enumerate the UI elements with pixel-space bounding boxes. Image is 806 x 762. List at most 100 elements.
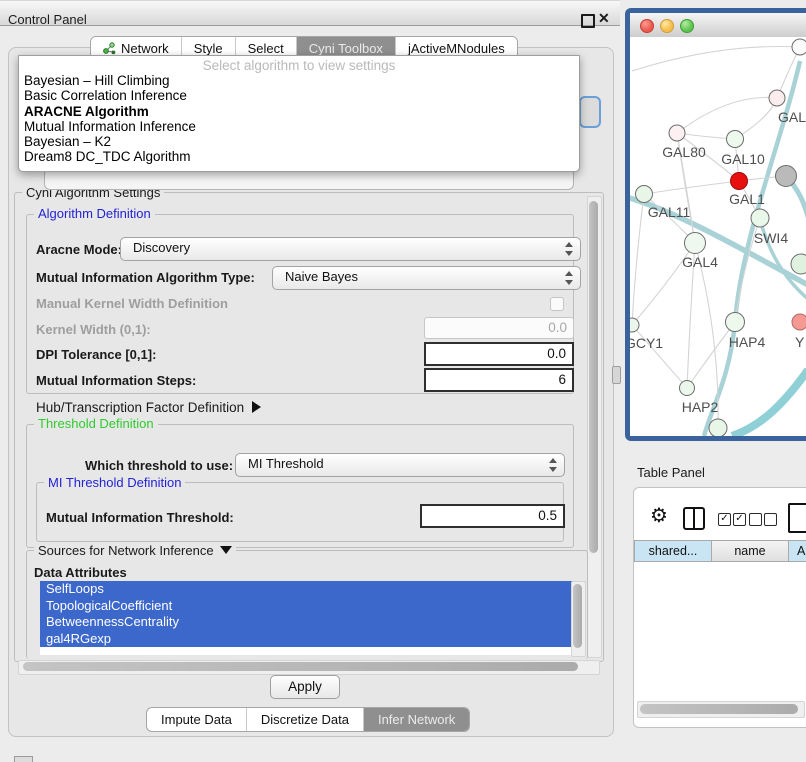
tab-select-label: Select [248,41,284,56]
checked-checkbox-icon[interactable]: ✓ [718,513,731,526]
network-graph: GAL GAL80 GAL10 GAL1 GAL11 SWI4 GAL4 GCY… [630,37,806,436]
node-label: GAL [778,109,806,125]
tab-infer-network[interactable]: Infer Network [364,708,469,731]
tab-style-label: Style [194,41,223,56]
mi-steps-label: Mutual Information Steps: [36,373,196,388]
sources-frame-title[interactable]: Sources for Network Inference [34,544,236,557]
attribute-item-selected[interactable]: BetweennessCentrality [40,614,585,631]
checked-checkbox-icon[interactable]: ✓ [733,513,746,526]
dropdown-item-selected[interactable]: ARACNE Algorithm [19,104,579,119]
float-window-icon[interactable] [581,14,595,28]
mi-steps-field[interactable]: 6 [424,368,574,392]
document-icon[interactable] [788,503,806,533]
dpi-tolerance-field[interactable]: 0.0 [424,342,574,366]
network-node-gal11[interactable] [636,186,653,203]
manual-kernel-label: Manual Kernel Width Definition [36,296,228,311]
node-label: GAL11 [648,204,691,220]
column-header-name[interactable]: name [711,540,789,562]
table-hscrollbar-thumb[interactable] [640,704,798,714]
which-threshold-value: MI Threshold [248,456,324,471]
column-header-partial[interactable]: A [788,540,806,562]
gear-icon[interactable]: ⚙ [650,503,668,528]
mi-threshold-frame-title: MI Threshold Definition [44,476,185,489]
network-node-gray[interactable] [776,166,797,187]
network-node-hap2[interactable] [680,381,695,396]
network-node-gcy1[interactable] [630,318,639,332]
dropdown-item[interactable]: Basic Correlation Inference [19,88,579,103]
zoom-traffic-light-icon[interactable] [680,19,694,33]
splitter-grip[interactable] [612,366,621,384]
mi-type-combobox[interactable]: Naive Bayes [272,266,581,290]
node-label: HAP2 [682,399,719,415]
kernel-width-label: Kernel Width (0,1): [36,322,151,337]
table-hscrollbar[interactable] [637,701,805,718]
network-node[interactable] [769,90,785,106]
minimize-traffic-light-icon[interactable] [660,19,674,33]
attribute-item-selected[interactable]: SelfLoops [40,581,585,598]
network-node-salmon[interactable] [792,314,806,330]
network-node-gal10[interactable] [727,131,744,148]
hub-definition-expander[interactable]: Hub/Transcription Factor Definition [36,400,261,415]
network-node[interactable] [709,419,727,436]
close-traffic-light-icon[interactable] [640,19,654,33]
close-icon[interactable]: ✕ [598,10,610,27]
settings-scrollbar[interactable] [587,196,602,658]
network-node[interactable] [791,254,806,274]
combobox-arrows-icon [549,458,557,472]
column-header-shared[interactable]: shared... [634,540,712,562]
unchecked-checkbox-icon[interactable] [764,513,777,526]
application-window: Control Panel ✕ Network Style Select Cyn… [0,0,806,762]
kernel-width-field[interactable]: 0.0 [424,317,574,339]
dropdown-item[interactable]: Bayesian – Hill Climbing [19,73,579,88]
data-attributes-list: SelfLoops TopologicalCoefficient Between… [40,581,585,655]
network-node-swi4[interactable] [751,209,769,227]
expander-arrow-icon [252,401,261,413]
combobox-arrows-icon [565,242,573,256]
node-label: GAL1 [729,191,765,207]
sources-title-label: Sources for Network Inference [38,543,214,558]
mi-type-value: Naive Bayes [285,269,358,284]
mi-type-label: Mutual Information Algorithm Type: [36,270,255,285]
dropdown-item[interactable]: Bayesian – K2 [19,134,579,149]
node-label: HAP4 [729,334,766,350]
unchecked-checkbox-icon[interactable] [749,513,762,526]
node-label: Y [795,334,805,350]
dropdown-item[interactable]: Mutual Information Inference [19,119,579,134]
attributes-scrollbar-thumb[interactable] [573,584,582,648]
manual-kernel-checkbox[interactable] [550,297,564,311]
aracne-mode-label: Aracne Mode: [36,242,122,257]
split-columns-icon[interactable] [683,507,705,530]
tab-discretize-data[interactable]: Discretize Data [247,708,364,731]
network-node-hap4[interactable] [726,313,745,332]
mi-threshold-label: Mutual Information Threshold: [46,510,234,525]
tab-cyni-toolbox-label: Cyni Toolbox [309,41,383,56]
settings-scrollbar-thumb[interactable] [589,201,598,553]
node-label: GAL4 [682,254,718,270]
node-label: GCY1 [630,335,663,351]
network-node-gal4[interactable] [685,233,706,254]
apply-button[interactable]: Apply [270,675,340,699]
network-node[interactable] [792,39,806,55]
which-threshold-combobox[interactable]: MI Threshold [235,453,565,477]
network-node-gal1[interactable] [731,173,748,190]
focused-spinner-fragment [579,96,601,128]
mi-threshold-field[interactable]: 0.5 [420,504,565,528]
attribute-item-selected[interactable]: TopologicalCoefficient [40,598,585,615]
settings-hscrollbar-thumb[interactable] [23,662,578,671]
dpi-tolerance-label: DPI Tolerance [0,1]: [36,347,156,362]
dropdown-item[interactable]: Dream8 DC_TDC Algorithm [19,149,579,164]
combobox-arrows-icon [565,271,573,285]
aracne-mode-combobox[interactable]: Discovery [120,237,581,261]
node-label: GAL80 [662,144,706,160]
control-panel-title: Control Panel [8,12,87,27]
attribute-item-selected[interactable]: gal4RGexp [40,631,585,648]
attributes-scrollbar[interactable] [571,581,586,657]
data-attributes-label: Data Attributes [34,565,127,580]
network-node[interactable] [669,125,685,141]
tab-impute-data[interactable]: Impute Data [147,708,247,731]
node-labels: GAL GAL80 GAL10 GAL1 GAL11 SWI4 GAL4 GCY… [630,109,806,415]
tab-jactivemnodules-label: jActiveMNodules [408,41,505,56]
settings-hscrollbar[interactable] [18,660,600,675]
bottom-corner-icon [14,756,33,762]
network-canvas[interactable]: GAL GAL80 GAL10 GAL1 GAL11 SWI4 GAL4 GCY… [630,37,806,436]
